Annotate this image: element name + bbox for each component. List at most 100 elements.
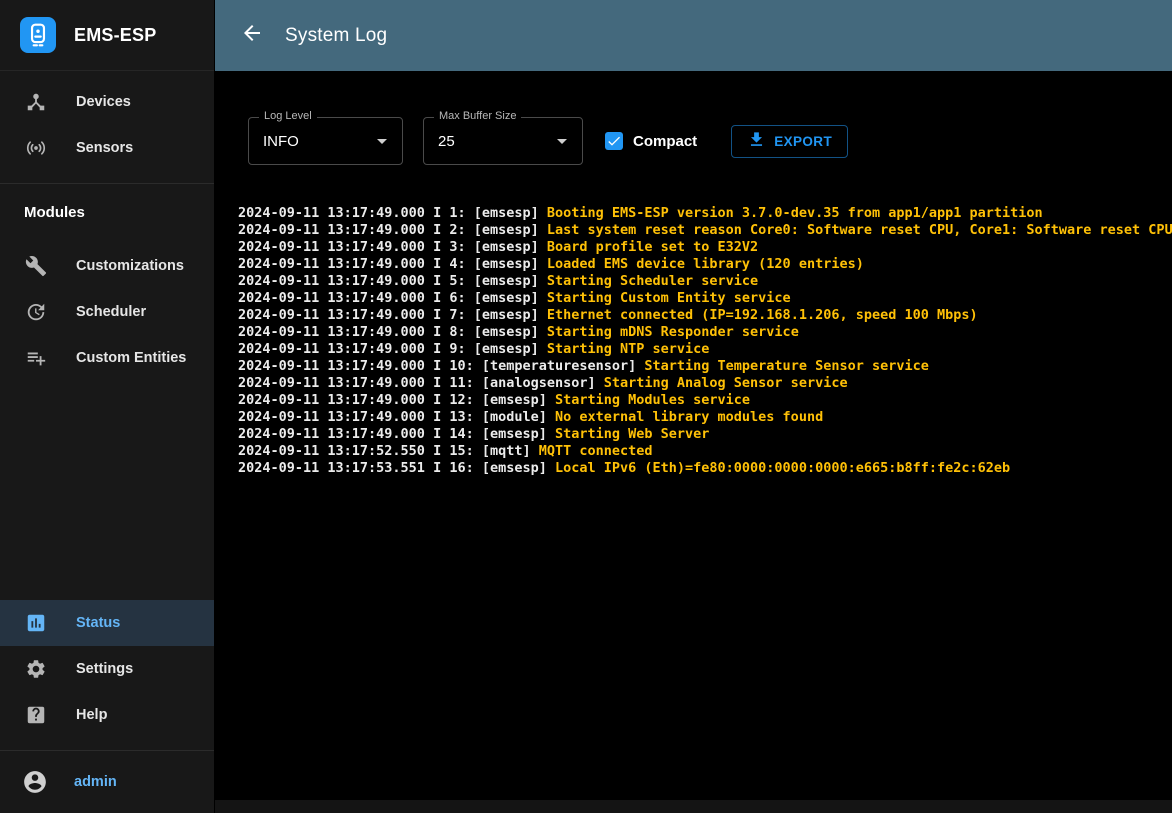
log-line: 2024-09-11 13:17:49.000 I 8: [emsesp] St… <box>238 324 1172 341</box>
app-title: EMS-ESP <box>74 25 156 46</box>
log-prefix: 2024-09-11 13:17:49.000 I 6: [emsesp] <box>238 290 547 306</box>
log-level-value: INFO <box>263 133 299 150</box>
log-message: Booting EMS-ESP version 3.7.0-dev.35 fro… <box>547 205 1043 221</box>
log-message: Starting Modules service <box>555 392 750 408</box>
sidebar-item-label: Customizations <box>76 258 184 274</box>
sidebar-item-label: Scheduler <box>76 304 146 320</box>
log-prefix: 2024-09-11 13:17:49.000 I 3: [emsesp] <box>238 239 547 255</box>
log-message: Starting Analog Sensor service <box>604 375 848 391</box>
log-prefix: 2024-09-11 13:17:49.000 I 2: [emsesp] <box>238 222 547 238</box>
log-message: No external library modules found <box>555 409 823 425</box>
log-line: 2024-09-11 13:17:49.000 I 9: [emsesp] St… <box>238 341 1172 358</box>
log-level-select[interactable]: Log Level INFO <box>248 117 403 165</box>
ems-esp-logo-icon <box>20 17 56 53</box>
max-buffer-label: Max Buffer Size <box>434 110 521 122</box>
log-lines: 2024-09-11 13:17:49.000 I 1: [emsesp] Bo… <box>215 165 1172 800</box>
log-line: 2024-09-11 13:17:49.000 I 13: [module] N… <box>238 409 1172 426</box>
sidebar-item-label: Settings <box>76 661 133 677</box>
log-message: Last system reset reason Core0: Software… <box>547 222 1172 238</box>
log-prefix: 2024-09-11 13:17:49.000 I 1: [emsesp] <box>238 205 547 221</box>
app-bar: System Log <box>215 0 1172 71</box>
log-message: Ethernet connected (IP=192.168.1.206, sp… <box>547 307 978 323</box>
log-prefix: 2024-09-11 13:17:49.000 I 5: [emsesp] <box>238 273 547 289</box>
sidebar-item-help[interactable]: Help <box>0 692 214 738</box>
log-prefix: 2024-09-11 13:17:49.000 I 12: [emsesp] <box>238 392 555 408</box>
log-controls: Log Level INFO Max Buffer Size 25 Compac… <box>215 71 1172 165</box>
log-line: 2024-09-11 13:17:49.000 I 4: [emsesp] Lo… <box>238 256 1172 273</box>
log-line: 2024-09-11 13:17:49.000 I 10: [temperatu… <box>238 358 1172 375</box>
max-buffer-select[interactable]: Max Buffer Size 25 <box>423 117 583 165</box>
custom-entities-icon <box>24 346 48 370</box>
log-prefix: 2024-09-11 13:17:49.000 I 10: [temperatu… <box>238 358 644 374</box>
sidebar-item-label: Custom Entities <box>76 350 186 366</box>
log-prefix: 2024-09-11 13:17:53.551 I 16: [emsesp] <box>238 460 555 476</box>
sidebar-divider <box>0 183 214 184</box>
log-line: 2024-09-11 13:17:49.000 I 11: [analogsen… <box>238 375 1172 392</box>
sidebar: EMS-ESP Devices Sensors Modules Customiz… <box>0 0 215 813</box>
sidebar-item-sensors[interactable]: Sensors <box>0 125 214 171</box>
log-line: 2024-09-11 13:17:49.000 I 7: [emsesp] Et… <box>238 307 1172 324</box>
sidebar-main-group: Devices Sensors <box>0 71 214 179</box>
sidebar-spacer <box>0 389 214 592</box>
sidebar-item-settings[interactable]: Settings <box>0 646 214 692</box>
log-level-label: Log Level <box>259 110 317 122</box>
user-menu[interactable]: admin <box>0 755 214 813</box>
settings-icon <box>24 657 48 681</box>
sidebar-item-devices[interactable]: Devices <box>0 79 214 125</box>
log-prefix: 2024-09-11 13:17:49.000 I 4: [emsesp] <box>238 256 547 272</box>
sidebar-item-customizations[interactable]: Customizations <box>0 243 214 289</box>
log-message: Starting Web Server <box>555 426 709 442</box>
max-buffer-value: 25 <box>438 133 455 150</box>
sidebar-item-scheduler[interactable]: Scheduler <box>0 289 214 335</box>
sidebar-divider <box>0 750 214 751</box>
log-prefix: 2024-09-11 13:17:49.000 I 7: [emsesp] <box>238 307 547 323</box>
log-line: 2024-09-11 13:17:49.000 I 12: [emsesp] S… <box>238 392 1172 409</box>
log-prefix: 2024-09-11 13:17:52.550 I 15: [mqtt] <box>238 443 539 459</box>
log-line: 2024-09-11 13:17:49.000 I 14: [emsesp] S… <box>238 426 1172 443</box>
log-message: Loaded EMS device library (120 entries) <box>547 256 864 272</box>
modules-section-label: Modules <box>0 188 214 235</box>
log-line: 2024-09-11 13:17:49.000 I 6: [emsesp] St… <box>238 290 1172 307</box>
sidebar-item-label: Help <box>76 707 107 723</box>
log-message: Starting Temperature Sensor service <box>644 358 928 374</box>
sidebar-modules-group: Customizations Scheduler Custom Entities <box>0 235 214 389</box>
log-message: Starting NTP service <box>547 341 710 357</box>
back-button[interactable] <box>239 23 265 49</box>
sidebar-item-custom-entities[interactable]: Custom Entities <box>0 335 214 381</box>
download-icon <box>747 130 766 152</box>
chevron-down-icon <box>370 129 394 153</box>
sidebar-item-status[interactable]: Status <box>0 600 214 646</box>
log-line: 2024-09-11 13:17:52.550 I 15: [mqtt] MQT… <box>238 443 1172 460</box>
checkbox-checked-icon[interactable] <box>605 132 623 150</box>
compact-toggle[interactable]: Compact <box>605 132 697 150</box>
export-button[interactable]: EXPORT <box>731 125 848 158</box>
customizations-icon <box>24 254 48 278</box>
user-name: admin <box>74 774 117 790</box>
account-circle-icon <box>22 769 48 795</box>
log-prefix: 2024-09-11 13:17:49.000 I 14: [emsesp] <box>238 426 555 442</box>
log-message: MQTT connected <box>539 443 653 459</box>
log-message: Starting Scheduler service <box>547 273 758 289</box>
sidebar-item-label: Devices <box>76 94 131 110</box>
log-message: Starting Custom Entity service <box>547 290 791 306</box>
log-prefix: 2024-09-11 13:17:49.000 I 9: [emsesp] <box>238 341 547 357</box>
log-message: Local IPv6 (Eth)=fe80:0000:0000:0000:e66… <box>555 460 1010 476</box>
main-area: System Log Log Level INFO Max Buffer Siz… <box>215 0 1172 813</box>
help-icon <box>24 703 48 727</box>
log-line: 2024-09-11 13:17:49.000 I 5: [emsesp] St… <box>238 273 1172 290</box>
log-message: Board profile set to E32V2 <box>547 239 758 255</box>
devices-icon <box>24 90 48 114</box>
chevron-down-icon <box>550 129 574 153</box>
log-line: 2024-09-11 13:17:49.000 I 3: [emsesp] Bo… <box>238 239 1172 256</box>
log-line: 2024-09-11 13:17:53.551 I 16: [emsesp] L… <box>238 460 1172 477</box>
app-logo-area: EMS-ESP <box>0 0 214 71</box>
log-prefix: 2024-09-11 13:17:49.000 I 11: [analogsen… <box>238 375 604 391</box>
log-prefix: 2024-09-11 13:17:49.000 I 13: [module] <box>238 409 555 425</box>
arrow-back-icon <box>240 21 264 50</box>
log-prefix: 2024-09-11 13:17:49.000 I 8: [emsesp] <box>238 324 547 340</box>
sidebar-bottom-group: Status Settings Help <box>0 592 214 746</box>
sidebar-item-label: Sensors <box>76 140 133 156</box>
scheduler-icon <box>24 300 48 324</box>
sidebar-item-label: Status <box>76 615 120 631</box>
log-message: Starting mDNS Responder service <box>547 324 799 340</box>
